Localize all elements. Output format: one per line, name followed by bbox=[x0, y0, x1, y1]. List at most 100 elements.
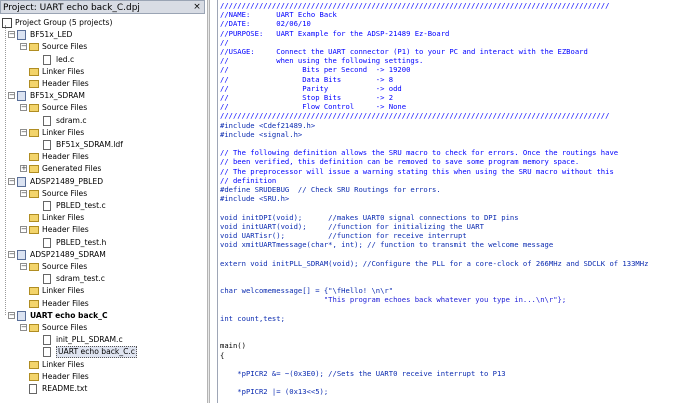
tree-item-folder[interactable]: − Source Files bbox=[0, 102, 207, 114]
project-window: Project: UART echo back_C.dpj × Project … bbox=[0, 0, 207, 403]
collapse-icon[interactable]: − bbox=[8, 31, 15, 39]
tree-item-folder[interactable]: Header Files bbox=[0, 371, 207, 383]
tree-item-folder[interactable]: − Linker Files bbox=[0, 127, 207, 139]
collapse-icon[interactable]: − bbox=[20, 263, 27, 270]
project-window-titlebar[interactable]: Project: UART echo back_C.dpj × bbox=[0, 0, 205, 14]
folder-icon bbox=[29, 226, 39, 235]
tree-item-project[interactable]: − UART echo back_C bbox=[0, 310, 207, 322]
tree-item-label: Linker Files bbox=[42, 66, 85, 76]
collapse-icon[interactable]: − bbox=[20, 104, 27, 112]
folder-icon bbox=[29, 165, 39, 174]
tree-item-file[interactable]: sdram_test.c bbox=[0, 273, 207, 285]
code-line[interactable]: *pPICR2 |= (0x13<<5); bbox=[220, 387, 683, 397]
tree-item-label: Source Files bbox=[42, 323, 88, 332]
file-icon bbox=[43, 115, 51, 126]
tree-item-label: BF51x_SDRAM bbox=[30, 91, 85, 101]
tree-item-project[interactable]: − BF51x_SDRAM bbox=[0, 90, 207, 102]
file-icon bbox=[43, 335, 51, 346]
code-line[interactable]: { bbox=[220, 351, 224, 361]
tree-item-label: BF51x_SDRAM.ldf bbox=[56, 140, 123, 149]
tree-item-folder[interactable]: Linker Files bbox=[0, 66, 207, 78]
collapse-icon[interactable]: − bbox=[8, 177, 15, 185]
collapse-icon[interactable]: − bbox=[20, 226, 27, 234]
tree-item-folder[interactable]: Linker Files bbox=[0, 212, 207, 224]
code-line[interactable]: extern void initPLL_SDRAM(void); //Confi… bbox=[220, 259, 683, 269]
tree-item-label: PBLED_test.c bbox=[56, 201, 106, 210]
file-icon bbox=[43, 274, 51, 285]
tree-item-group[interactable]: Project Group (5 projects) bbox=[0, 17, 207, 29]
folder-icon bbox=[29, 299, 39, 308]
tree-item-label: sdram.c bbox=[56, 115, 87, 125]
tree-item-label: Header Files bbox=[42, 298, 89, 308]
code-editor[interactable]: ////////////////////////////////////////… bbox=[220, 0, 683, 403]
tree-item-file[interactable]: PBLED_test.h bbox=[0, 237, 207, 249]
file-icon bbox=[29, 384, 37, 394]
tree-item-label: Header Files bbox=[42, 79, 89, 88]
close-icon[interactable]: × bbox=[192, 2, 202, 12]
tree-item-project[interactable]: − ADSP21489_PBLED bbox=[0, 176, 207, 188]
tree-item-label: Source Files bbox=[42, 42, 88, 52]
tree-item-folder[interactable]: − Source Files bbox=[0, 188, 207, 200]
file-icon bbox=[43, 237, 51, 248]
tree-item-file[interactable]: BF51x_SDRAM.ldf bbox=[0, 139, 207, 151]
file-icon bbox=[43, 54, 51, 65]
tree-item-file[interactable]: PBLED_test.c bbox=[0, 200, 207, 212]
folder-icon bbox=[29, 104, 39, 113]
tree-item-file[interactable]: sdram.c bbox=[0, 115, 207, 127]
tree-item-label: Linker Files bbox=[42, 213, 85, 223]
collapse-icon[interactable]: − bbox=[8, 250, 15, 258]
folder-icon bbox=[29, 372, 39, 381]
collapse-icon[interactable]: − bbox=[20, 128, 27, 136]
tree-item-label: UART echo back_C.c bbox=[56, 346, 137, 359]
tree-item-label: README.txt bbox=[42, 384, 88, 393]
tree-item-folder[interactable]: Linker Files bbox=[0, 285, 207, 297]
collapse-icon[interactable]: − bbox=[20, 43, 27, 51]
tree-item-folder[interactable]: − Source Files bbox=[0, 261, 207, 273]
expand-icon[interactable]: + bbox=[20, 165, 27, 173]
tree-item-folder[interactable]: + Generated Files bbox=[0, 163, 207, 175]
code-line[interactable]: int count,test; bbox=[220, 314, 683, 324]
code-line[interactable]: void xmitUARTmessage(char*, int); // fun… bbox=[220, 240, 683, 250]
code-line[interactable]: #include <SRU.h> bbox=[220, 194, 289, 204]
tree-item-folder[interactable]: Header Files bbox=[0, 151, 207, 163]
code-line[interactable]: *pPICR2 &= ~(0x3E0); //Sets the UART0 re… bbox=[220, 369, 683, 379]
code-line[interactable]: "This program echoes back whatever you t… bbox=[220, 295, 566, 305]
code-line[interactable]: #include <signal.h> bbox=[220, 130, 302, 140]
tree-item-file[interactable]: led.c bbox=[0, 54, 207, 66]
code-line[interactable]: // The preprocessor will issue a warning… bbox=[220, 167, 614, 177]
folder-icon bbox=[29, 80, 39, 88]
tree-item-label: BF51x_LED bbox=[30, 30, 73, 40]
tree-item-label: PBLED_test.h bbox=[56, 237, 107, 247]
collapse-icon[interactable]: − bbox=[8, 311, 15, 319]
file-icon bbox=[43, 140, 51, 150]
tree-item-label: ADSP21489_PBLED bbox=[30, 176, 104, 186]
collapse-icon[interactable]: − bbox=[20, 324, 27, 331]
tree-item-label: Header Files bbox=[42, 225, 89, 235]
tree-item-file[interactable]: init_PLL_SDRAM.c bbox=[0, 334, 207, 346]
folder-icon bbox=[29, 189, 39, 198]
tree-item-folder[interactable]: Header Files bbox=[0, 78, 207, 90]
tree-item-label: UART echo back_C bbox=[30, 310, 108, 320]
tree-item-label: Generated Files bbox=[42, 164, 102, 174]
tree-item-file[interactable]: UART echo back_C.c bbox=[0, 346, 207, 359]
tree-item-label: sdram_test.c bbox=[56, 274, 105, 284]
folder-icon bbox=[29, 287, 39, 296]
collapse-icon[interactable]: − bbox=[20, 189, 27, 197]
collapse-icon[interactable]: − bbox=[8, 92, 15, 100]
folder-icon bbox=[29, 360, 39, 369]
tree-item-label: Source Files bbox=[42, 188, 88, 198]
tree-item-folder[interactable]: − Source Files bbox=[0, 322, 207, 334]
tree-item-folder[interactable]: − Header Files bbox=[0, 224, 207, 236]
tree-item-folder[interactable]: Linker Files bbox=[0, 359, 207, 371]
tree-item-project[interactable]: − ADSP21489_SDRAM bbox=[0, 249, 207, 261]
code-line[interactable]: //PURPOSE: UART Example for the ADSP-214… bbox=[220, 29, 449, 39]
tree-item-label: Linker Files bbox=[42, 127, 85, 137]
project-window-title: Project: UART echo back_C.dpj bbox=[3, 3, 140, 13]
folder-icon bbox=[29, 128, 39, 137]
tree-item-label: Linker Files bbox=[42, 359, 85, 369]
tree-item-project[interactable]: − BF51x_LED bbox=[0, 29, 207, 41]
tree-item-folder[interactable]: Header Files bbox=[0, 298, 207, 310]
tree-item-folder[interactable]: − Source Files bbox=[0, 41, 207, 53]
folder-icon bbox=[29, 153, 39, 162]
tree-item-file[interactable]: README.txt bbox=[0, 383, 207, 395]
